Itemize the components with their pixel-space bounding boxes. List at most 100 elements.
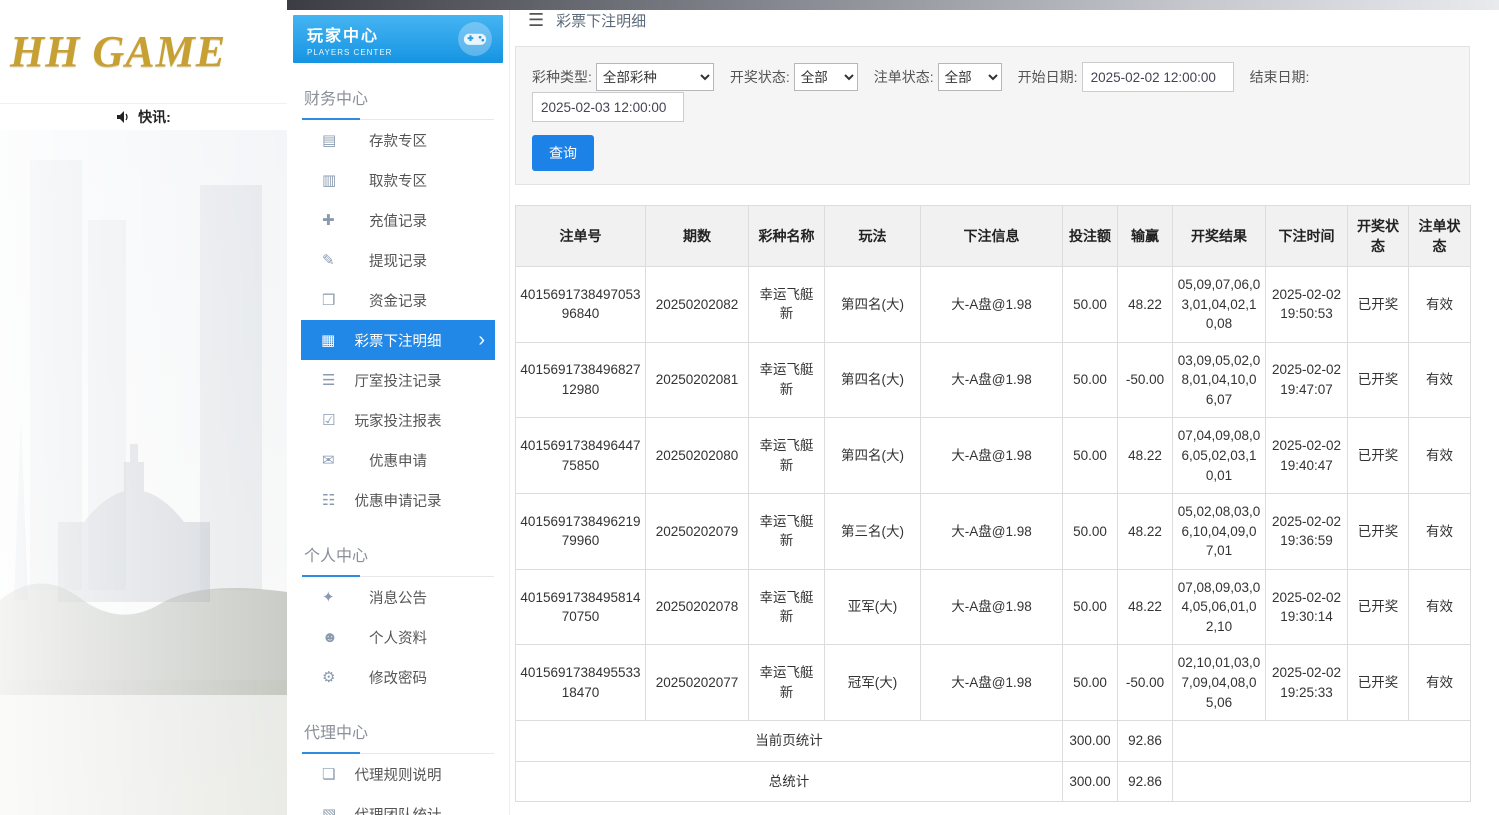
- grand-summary-winloss-total: 92.86: [1117, 760, 1173, 803]
- cell-result: 03,09,05,02,08,01,04,10,06,07: [1172, 341, 1266, 419]
- cell-play: 亚军(大): [824, 568, 921, 646]
- cell-bet_status: 有效: [1408, 568, 1471, 646]
- sidebar-header-text: 玩家中心 PLAYERS CENTER: [307, 22, 392, 57]
- sidebar-item-change-password[interactable]: ⚙ 修改密码: [302, 657, 494, 697]
- person-icon: ☻: [322, 628, 338, 646]
- cell-bet_id: 401569173849682712980: [515, 341, 646, 419]
- cell-play: 第四名(大): [824, 341, 921, 419]
- cell-bet_status: 有效: [1408, 644, 1471, 722]
- menu-toggle-icon[interactable]: ☰: [528, 10, 544, 31]
- gamepad-icon: [458, 22, 492, 56]
- sidebar-item-deposit[interactable]: ▤ 存款专区: [302, 120, 494, 160]
- draw-status-select[interactable]: 全部: [793, 63, 858, 91]
- cell-bet_info: 大-A盘@1.98: [920, 644, 1063, 722]
- cell-amount: 50.00: [1062, 266, 1118, 343]
- cell-amount: 50.00: [1062, 417, 1118, 495]
- sidebar-nav: 财务中心 ▤ 存款专区 ▥ 取款专区 ✚ 充值记录 ✎ 提现记录 ❒ 资金记录 ▦ 彩票下注明细 › ☰ 厅室…: [287, 77, 509, 815]
- column-header: 下注时间: [1265, 205, 1348, 267]
- cell-period: 20250202082: [645, 266, 749, 343]
- sidebar-item-promo-apply-records[interactable]: ☷ 优惠申请记录: [302, 480, 494, 520]
- column-header: 投注额: [1062, 205, 1118, 267]
- cell-bet_id: 401569173849705396840: [515, 266, 646, 343]
- sidebar-item-fund-records[interactable]: ❒ 资金记录: [302, 280, 494, 320]
- end-date-input[interactable]: [532, 92, 684, 122]
- page-summary-winloss-total: 92.86: [1117, 720, 1173, 762]
- cell-play: 第三名(大): [824, 493, 921, 570]
- lottery-type-label: 彩种类型:: [532, 69, 592, 85]
- sidebar-item-label: 代理团队统计: [355, 804, 442, 815]
- column-header: 注单状态: [1408, 205, 1471, 267]
- table-row: 401569173849581470750 20250202078 幸运飞艇新 亚军(…: [515, 568, 1471, 646]
- sidebar-item-promo-apply[interactable]: ✉ 优惠申请: [302, 440, 494, 480]
- cell-winloss: -50.00: [1117, 341, 1173, 419]
- page-summary-row: 当前页统计 300.00 92.86: [515, 720, 1471, 762]
- cell-period: 20250202080: [645, 417, 749, 495]
- cell-bet_status: 有效: [1408, 341, 1471, 419]
- cell-bet_id: 401569173849581470750: [515, 568, 646, 646]
- grand-summary-label: 总统计: [515, 760, 1063, 803]
- sidebar-item-cashout-records[interactable]: ✎ 提现记录: [302, 240, 494, 280]
- sidebar-item-agent-rules[interactable]: ❏ 代理规则说明: [302, 754, 494, 794]
- content-area: 彩种类型: 全部彩种 开奖状态: 全部 注单状态: 全部 开始日期: 结束日期:: [510, 31, 1499, 815]
- cell-time: 2025-02-02 19:36:59: [1265, 493, 1348, 570]
- sidebar-section-title: 财务中心: [302, 77, 494, 120]
- sidebar-item-lottery-bet-details[interactable]: ▦ 彩票下注明细 ›: [301, 320, 495, 360]
- sidebar-item-label: 提现记录: [369, 253, 427, 270]
- cell-winloss: 48.22: [1117, 568, 1173, 646]
- page-summary-label: 当前页统计: [515, 720, 1063, 762]
- table-row: 401569173849621979960 20250202079 幸运飞艇新 第三名…: [515, 493, 1471, 570]
- cell-time: 2025-02-02 19:40:47: [1265, 417, 1348, 495]
- cell-draw_status: 已开奖: [1347, 493, 1409, 570]
- sidebar-item-hall-bet-records[interactable]: ☰ 厅室投注记录: [302, 360, 494, 400]
- bet-report-icon: ☑: [322, 412, 336, 429]
- cell-amount: 50.00: [1062, 568, 1118, 646]
- lottery-bet-icon: ▦: [321, 332, 336, 349]
- bet-status-select[interactable]: 全部: [937, 63, 1002, 91]
- column-header: 期数: [645, 205, 749, 267]
- brand-logo: HH GAME: [10, 27, 227, 76]
- sidebar-item-player-bet-report[interactable]: ☑ 玩家投注报表: [302, 400, 494, 440]
- cell-time: 2025-02-02 19:30:14: [1265, 568, 1348, 646]
- cell-lottery: 幸运飞艇新: [748, 417, 825, 495]
- query-button[interactable]: 查询: [532, 135, 594, 171]
- withdraw-icon: ▥: [322, 172, 337, 189]
- news-bar: 快讯:: [0, 103, 287, 130]
- cell-result: 05,02,08,03,06,10,04,09,07,01: [1172, 493, 1266, 570]
- start-date-label: 开始日期:: [1017, 69, 1078, 85]
- app-root: HH GAME 快讯: 玩家中心 PLAYERS CENTER 财务中心 ▤ 存…: [0, 0, 1499, 815]
- cell-bet_status: 有效: [1408, 417, 1471, 495]
- column-header: 下注信息: [920, 205, 1063, 267]
- main-content: ☰ 彩票下注明细 彩种类型: 全部彩种 开奖状态: 全部 注单状态: 全部 开始…: [510, 0, 1499, 815]
- cell-bet_info: 大-A盘@1.98: [920, 568, 1063, 646]
- sidebar-item-profile[interactable]: ☻ 个人资料: [302, 617, 494, 657]
- table-row: 401569173849553318470 20250202077 幸运飞艇新 冠军(…: [515, 644, 1471, 722]
- cell-period: 20250202078: [645, 568, 749, 646]
- table-row: 401569173849682712980 20250202081 幸运飞艇新 第四名…: [515, 341, 1471, 419]
- cell-period: 20250202077: [645, 644, 749, 722]
- lottery-type-select[interactable]: 全部彩种: [595, 63, 714, 91]
- column-header: 开奖结果: [1172, 205, 1266, 267]
- cell-lottery: 幸运飞艇新: [748, 493, 825, 570]
- column-header: 输赢: [1117, 205, 1173, 267]
- stats-icon: ▧: [322, 806, 337, 815]
- topbar: ☰ 彩票下注明细: [510, 10, 1499, 31]
- cell-amount: 50.00: [1062, 493, 1118, 570]
- cell-result: 07,08,09,03,04,05,06,01,02,10: [1172, 568, 1266, 646]
- cell-period: 20250202079: [645, 493, 749, 570]
- cell-bet_id: 401569173849644775850: [515, 417, 646, 495]
- cell-bet_status: 有效: [1408, 493, 1471, 570]
- gear-icon: ⚙: [322, 669, 336, 686]
- cell-result: 05,09,07,06,03,01,04,02,10,08: [1172, 266, 1266, 343]
- sidebar-item-label: 消息公告: [369, 590, 427, 607]
- cell-play: 第四名(大): [824, 417, 921, 495]
- recharge-record-icon: ✚: [322, 212, 335, 229]
- start-date-input[interactable]: [1081, 62, 1234, 92]
- sidebar-item-withdraw[interactable]: ▥ 取款专区: [302, 160, 494, 200]
- sidebar-item-agent-team-stats[interactable]: ▧ 代理团队统计: [302, 794, 494, 815]
- sidebar-item-label: 充值记录: [369, 213, 427, 230]
- promo-apply-icon: ✉: [322, 452, 335, 469]
- sidebar-section-label: 代理中心: [304, 725, 369, 742]
- cell-time: 2025-02-02 19:47:07: [1265, 341, 1348, 419]
- sidebar-item-recharge-records[interactable]: ✚ 充值记录: [302, 200, 494, 240]
- sidebar-item-messages[interactable]: ✦ 消息公告: [302, 577, 494, 617]
